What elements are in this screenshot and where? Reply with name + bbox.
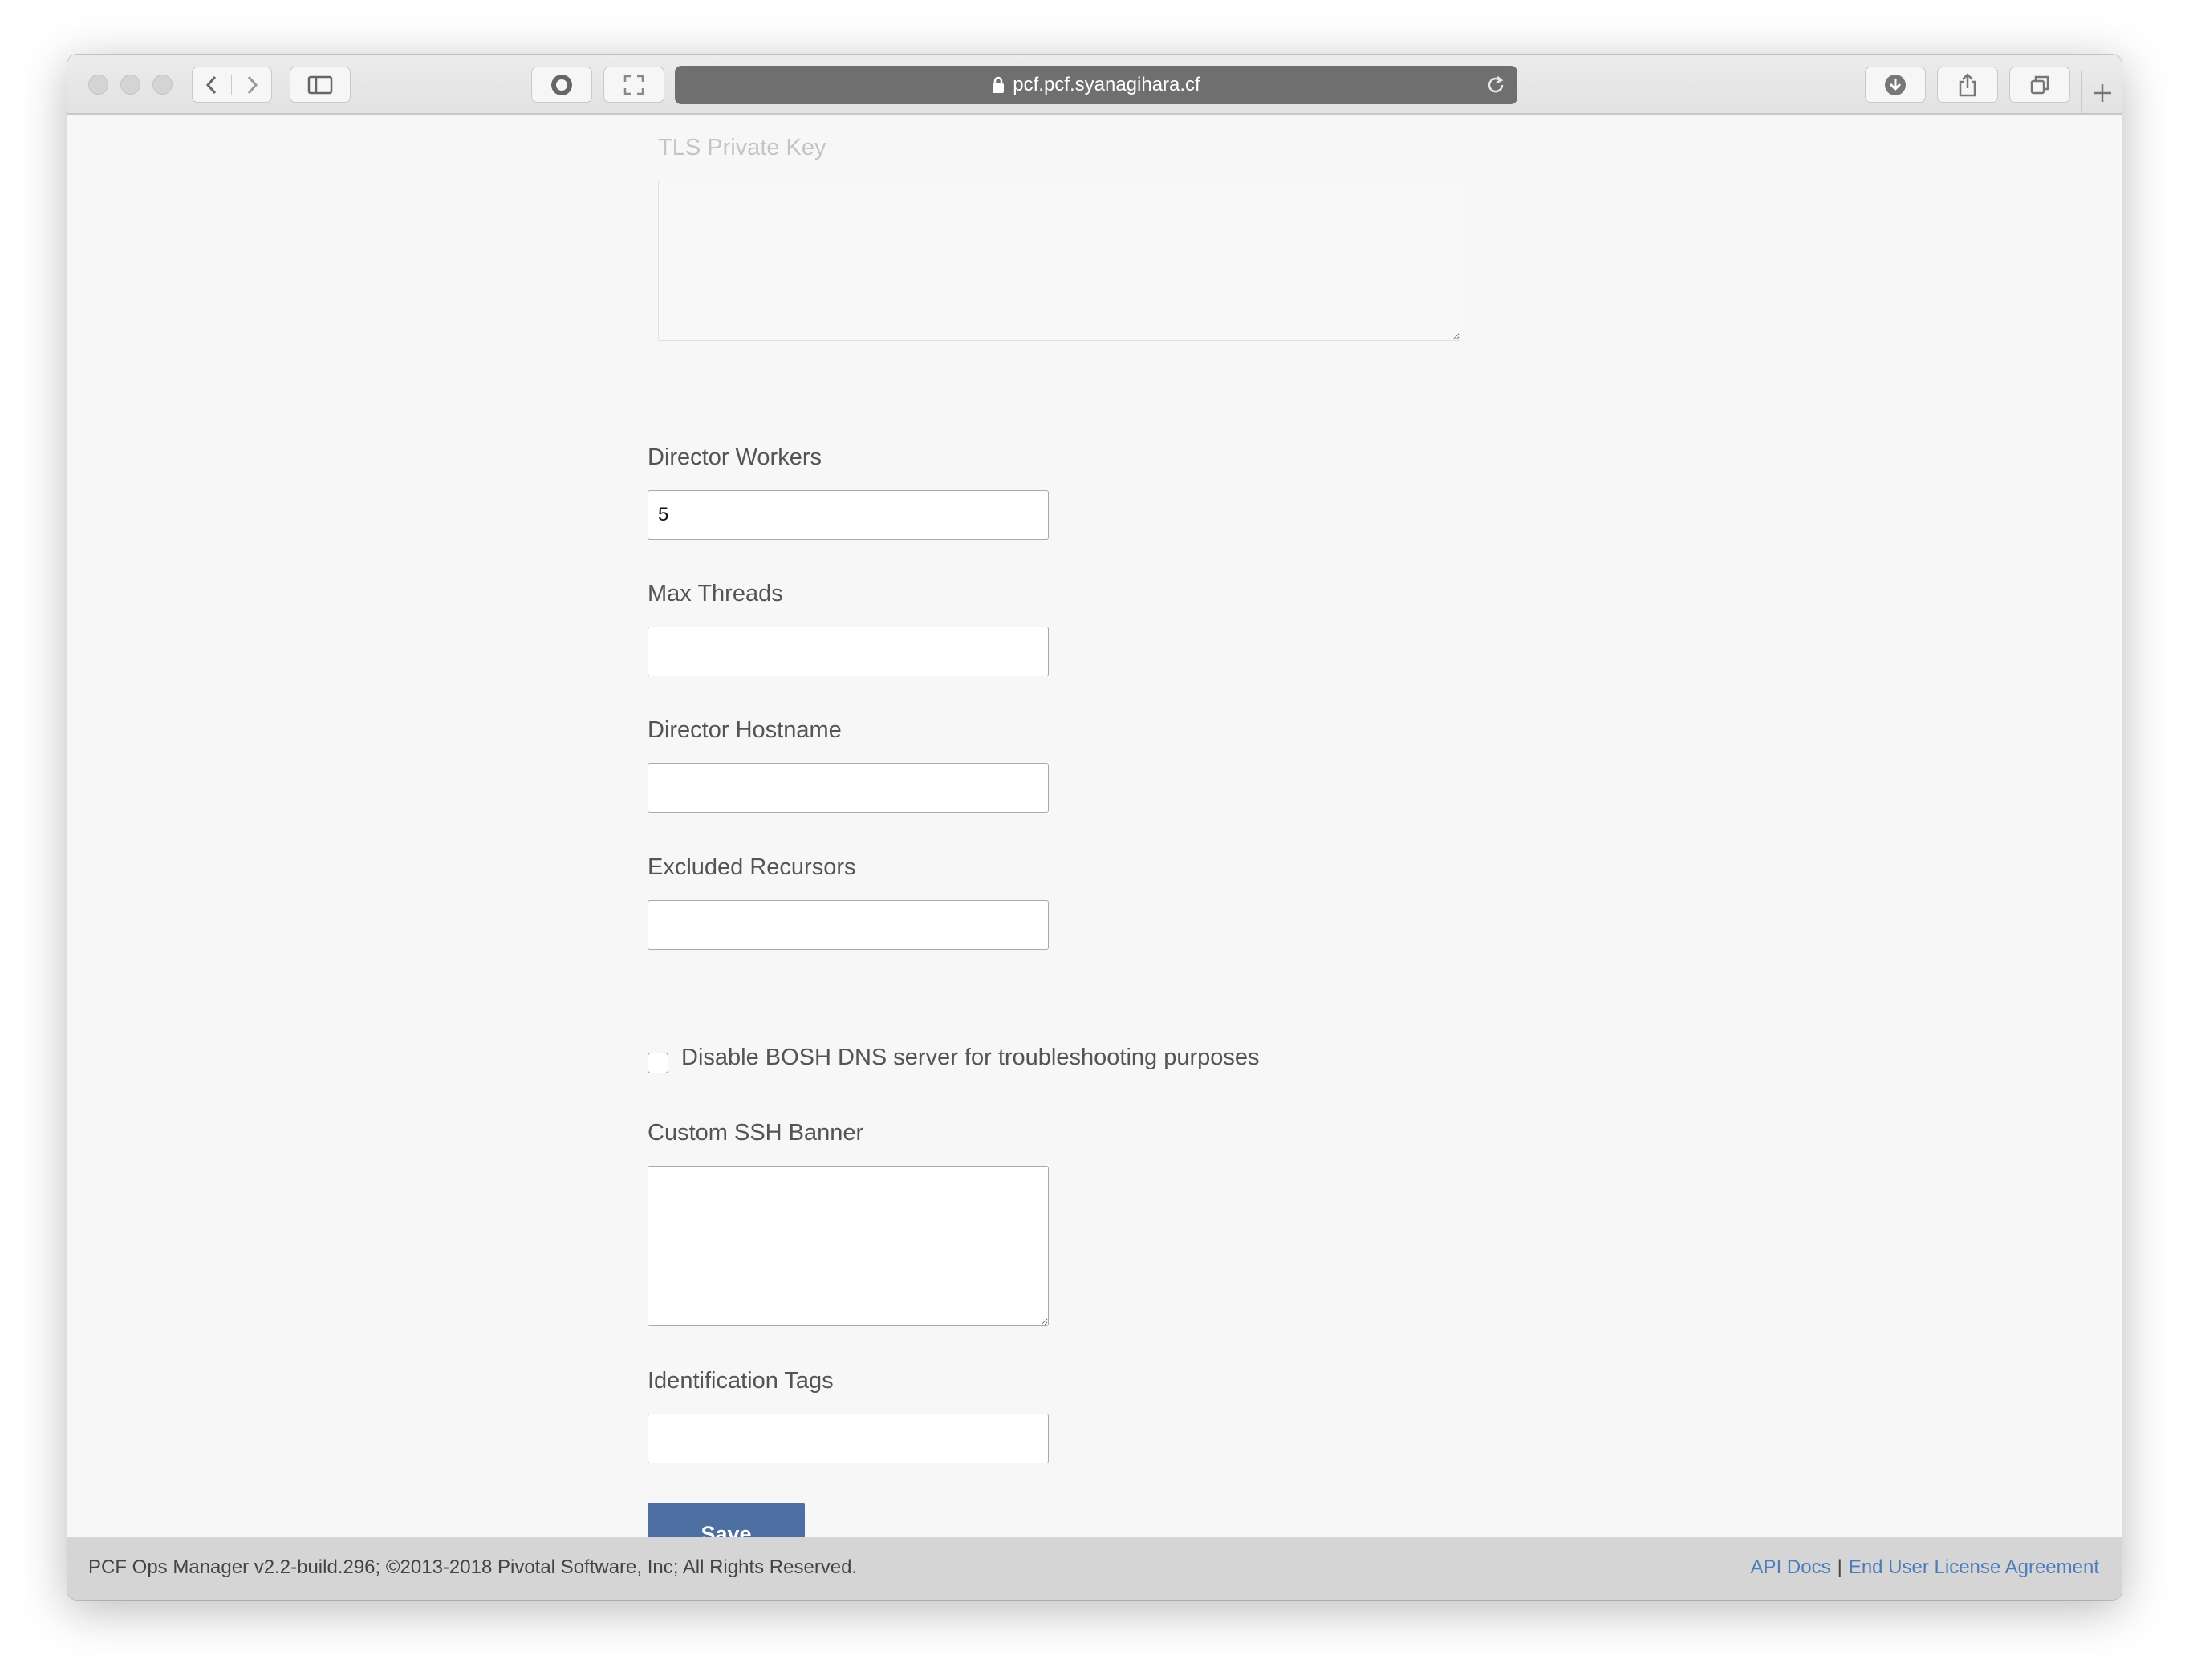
max-threads-label: Max Threads — [648, 581, 783, 607]
browser-toolbar: pcf.pcf.syanagihara.cf — [67, 55, 2122, 115]
eula-link[interactable]: End User License Agreement — [1849, 1556, 2099, 1578]
director-workers-input[interactable] — [648, 490, 1049, 540]
zoom-window-button[interactable] — [152, 75, 173, 95]
download-icon — [1885, 74, 1906, 95]
custom-ssh-banner-textarea[interactable] — [648, 1166, 1049, 1326]
share-icon — [1959, 72, 1976, 96]
tabs-icon — [2030, 75, 2049, 94]
footer-separator: | — [1837, 1556, 1842, 1578]
identification-tags-input[interactable] — [648, 1414, 1049, 1463]
expand-icon — [623, 75, 644, 95]
excluded-recursors-label: Excluded Recursors — [648, 854, 856, 880]
page-content: TLS Private Key Director Workers Max Thr… — [67, 116, 2122, 1600]
custom-ssh-banner-label: Custom SSH Banner — [648, 1120, 864, 1146]
tls-private-key-textarea[interactable] — [658, 181, 1460, 341]
disable-bosh-dns-label[interactable]: Disable BOSH DNS server for troubleshoot… — [681, 1045, 1260, 1071]
disable-bosh-dns-checkbox[interactable] — [648, 1053, 668, 1073]
close-window-button[interactable] — [88, 75, 108, 95]
downloads-button[interactable] — [1865, 67, 1926, 103]
lock-icon — [993, 76, 1005, 93]
tls-private-key-label: TLS Private Key — [658, 135, 826, 160]
page-footer: PCF Ops Manager v2.2-build.296; ©2013-20… — [67, 1537, 2122, 1600]
director-hostname-input[interactable] — [648, 763, 1049, 813]
fullscreen-button[interactable] — [603, 67, 664, 103]
reload-button[interactable] — [1485, 74, 1506, 102]
minimize-window-button[interactable] — [120, 75, 140, 95]
max-threads-input[interactable] — [648, 627, 1049, 676]
plus-icon — [2093, 83, 2111, 102]
api-docs-link[interactable]: API Docs — [1751, 1556, 1831, 1578]
forward-button[interactable] — [232, 75, 271, 95]
sidebar-icon — [307, 75, 333, 94]
back-forward-group — [192, 67, 272, 103]
reload-icon — [1488, 76, 1504, 93]
excluded-recursors-input[interactable] — [648, 900, 1049, 950]
address-bar[interactable]: pcf.pcf.syanagihara.cf — [675, 66, 1517, 104]
address-url: pcf.pcf.syanagihara.cf — [1013, 74, 1200, 95]
footer-links: API Docs | End User License Agreement — [1751, 1556, 2099, 1579]
share-button[interactable] — [1937, 67, 1998, 103]
director-workers-label: Director Workers — [648, 444, 822, 470]
new-tab-button[interactable] — [2081, 71, 2122, 115]
back-button[interactable] — [193, 74, 233, 95]
chevron-left-icon — [205, 75, 217, 94]
director-hostname-label: Director Hostname — [648, 717, 842, 743]
tabs-overview-button[interactable] — [2009, 67, 2070, 103]
stop-record-icon — [551, 74, 572, 95]
browser-window: pcf.pcf.syanagihara.cf TLS Private Key D… — [67, 55, 2122, 1600]
identification-tags-label: Identification Tags — [648, 1368, 834, 1394]
copyright-text: PCF Ops Manager v2.2-build.296; ©2013-20… — [88, 1556, 858, 1578]
reader-button[interactable] — [531, 67, 592, 103]
sidebar-toggle-button[interactable] — [290, 67, 351, 103]
chevron-right-icon — [247, 75, 258, 94]
